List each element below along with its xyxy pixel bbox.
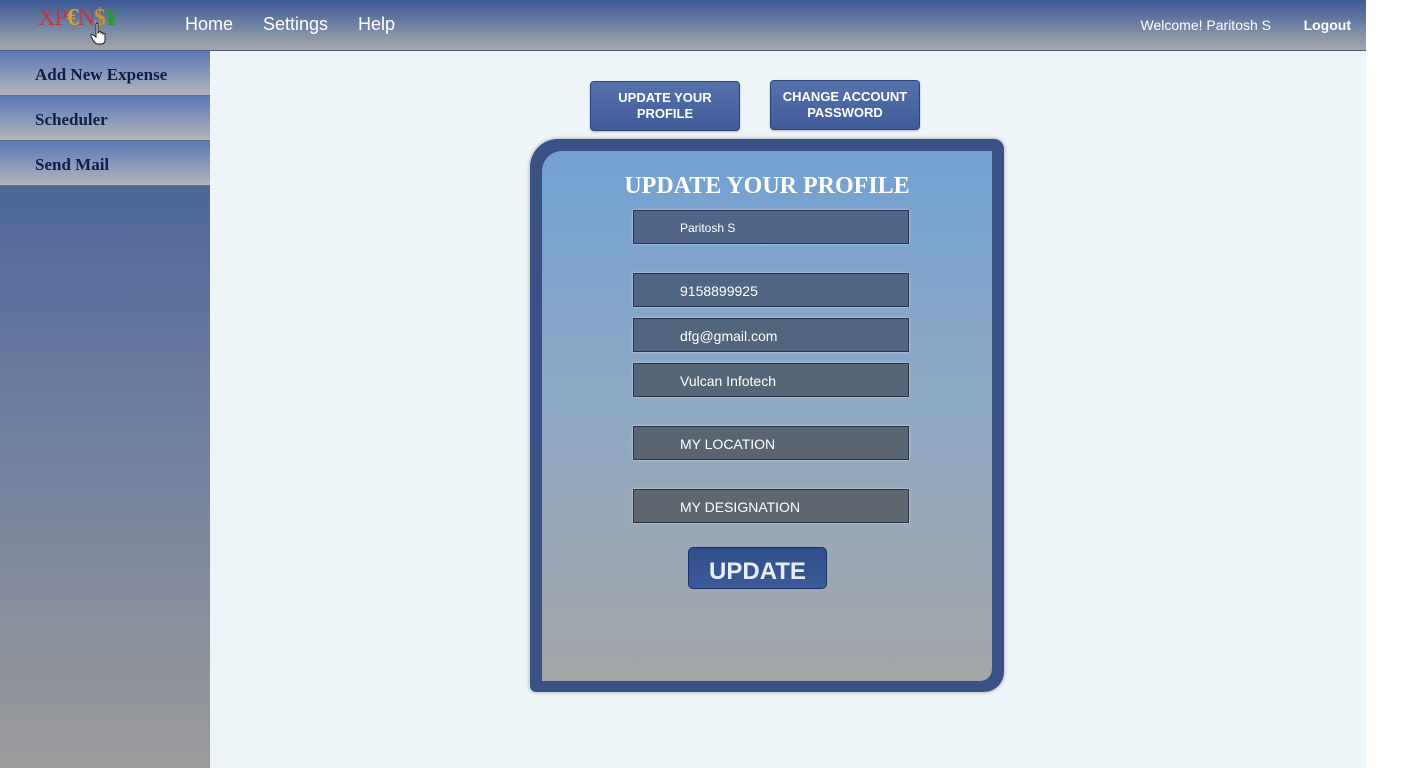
change-password-tab-label-line2: PASSWORD — [807, 105, 883, 120]
logo-euro-sign: € — [66, 5, 79, 31]
update-profile-tab-label-line2: PROFILE — [636, 106, 694, 121]
phone-field[interactable]: 9158899925 — [633, 273, 909, 307]
name-field[interactable]: Paritosh S — [633, 210, 909, 244]
top-navigation-bar: XP€N$¥ Home Settings Help Welcome! Parit… — [0, 0, 1366, 51]
logout-link[interactable]: Logout — [1304, 17, 1351, 33]
sidebar-item-scheduler[interactable]: Scheduler — [0, 96, 210, 141]
update-profile-tab-label-line1: UPDATE YOUR — [618, 90, 712, 105]
company-field[interactable]: Vulcan Infotech — [633, 363, 909, 397]
sidebar-item-send-mail[interactable]: Send Mail — [0, 141, 210, 186]
location-field[interactable]: MY LOCATION — [633, 426, 909, 460]
sidebar-item-add-new-expense[interactable]: Add New Expense — [0, 51, 210, 96]
update-profile-tab-button[interactable]: UPDATE YOUR PROFILE — [590, 81, 740, 131]
welcome-user-text: Welcome! Paritosh S — [1140, 17, 1271, 33]
form-title: UPDATE YOUR PROFILE — [624, 173, 910, 199]
change-password-tab-label-line1: CHANGE ACCOUNT — [782, 89, 908, 104]
logo-letter-x: X — [38, 5, 55, 31]
designation-field[interactable]: MY DESIGNATION — [633, 489, 909, 523]
hand-cursor-icon — [90, 22, 106, 45]
nav-home-link[interactable]: Home — [185, 14, 233, 35]
nav-settings-link[interactable]: Settings — [263, 14, 328, 35]
change-password-tab-button[interactable]: CHANGE ACCOUNT PASSWORD — [770, 80, 920, 130]
app-window: XP€N$¥ Home Settings Help Welcome! Parit… — [0, 0, 1366, 768]
sidebar: Add New Expense Scheduler Send Mail — [0, 51, 210, 768]
nav-help-link[interactable]: Help — [358, 14, 395, 35]
logo-letter-p: P — [54, 5, 67, 31]
update-button[interactable]: UPDATE — [688, 547, 827, 589]
email-field[interactable]: dfg@gmail.com — [633, 318, 909, 352]
